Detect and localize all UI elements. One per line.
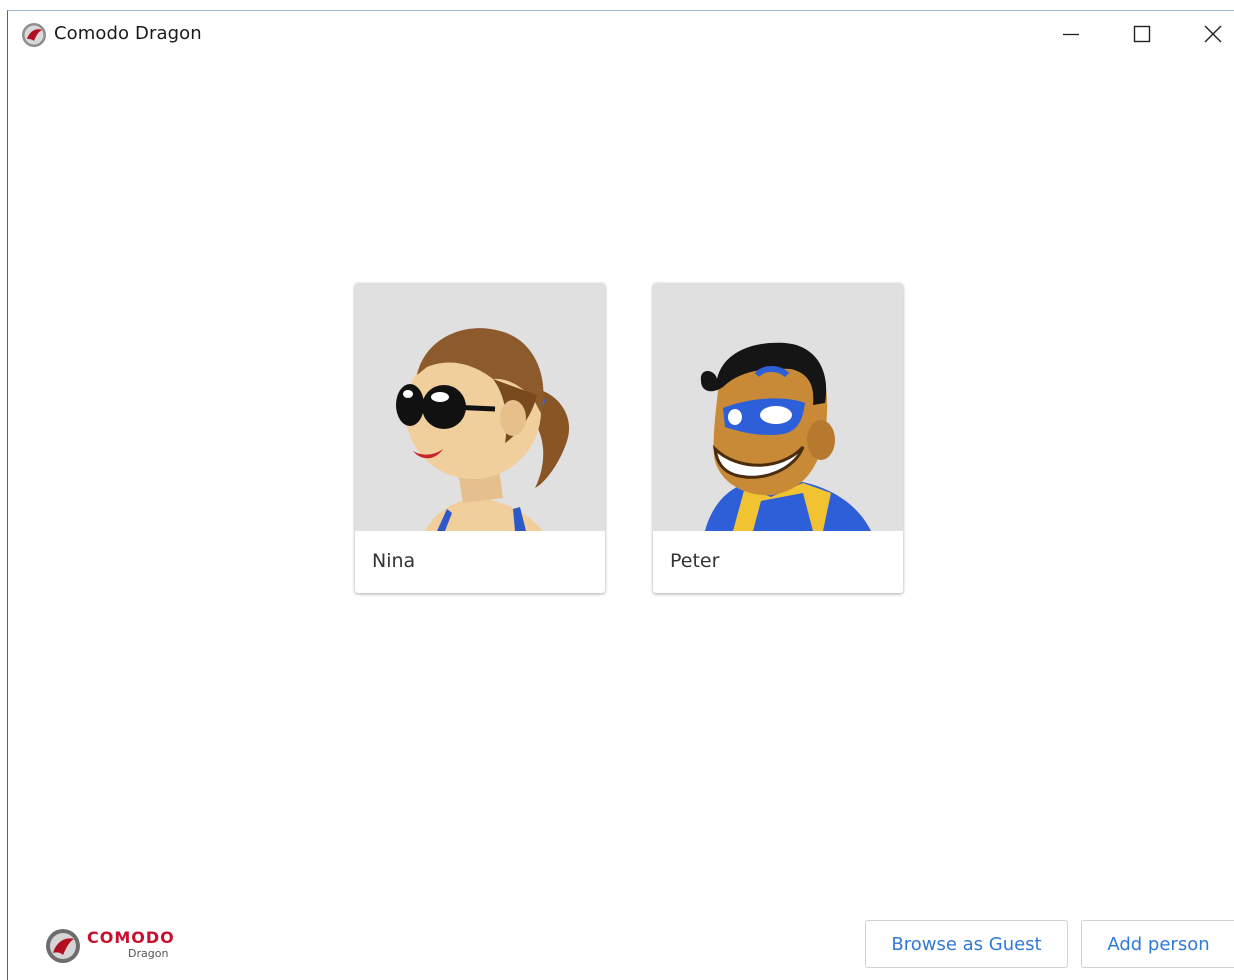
comodo-dragon-icon <box>22 23 46 47</box>
profile-name: Nina <box>372 550 416 572</box>
title-bar[interactable]: Comodo Dragon <box>8 11 1234 57</box>
masked-hero-avatar <box>700 342 871 531</box>
comodo-dragon-logo-icon <box>46 929 80 963</box>
profile-card-peter[interactable]: Peter <box>653 283 903 593</box>
window-title: Comodo Dragon <box>54 23 202 44</box>
profile-avatar-container <box>653 283 903 531</box>
comodo-logo: COMODO Dragon <box>45 926 185 966</box>
close-icon <box>1204 25 1222 43</box>
maximize-button[interactable] <box>1119 17 1165 51</box>
logo-wordmark: COMODO <box>87 928 175 947</box>
profile-card-nina[interactable]: Nina <box>355 283 605 593</box>
profile-name: Peter <box>670 550 720 572</box>
woman-sunglasses-avatar <box>396 328 570 531</box>
minimize-icon <box>1063 33 1079 36</box>
add-person-button[interactable]: Add person <box>1081 920 1234 968</box>
minimize-button[interactable] <box>1048 17 1094 51</box>
profile-picker-window: Comodo Dragon Nina Peter COMODO Dragon B… <box>7 10 1234 980</box>
browse-as-guest-button[interactable]: Browse as Guest <box>865 920 1068 968</box>
logo-subtitle: Dragon <box>128 947 169 960</box>
close-button[interactable] <box>1190 17 1234 51</box>
maximize-icon <box>1133 25 1151 43</box>
profile-avatar-container <box>355 283 605 531</box>
